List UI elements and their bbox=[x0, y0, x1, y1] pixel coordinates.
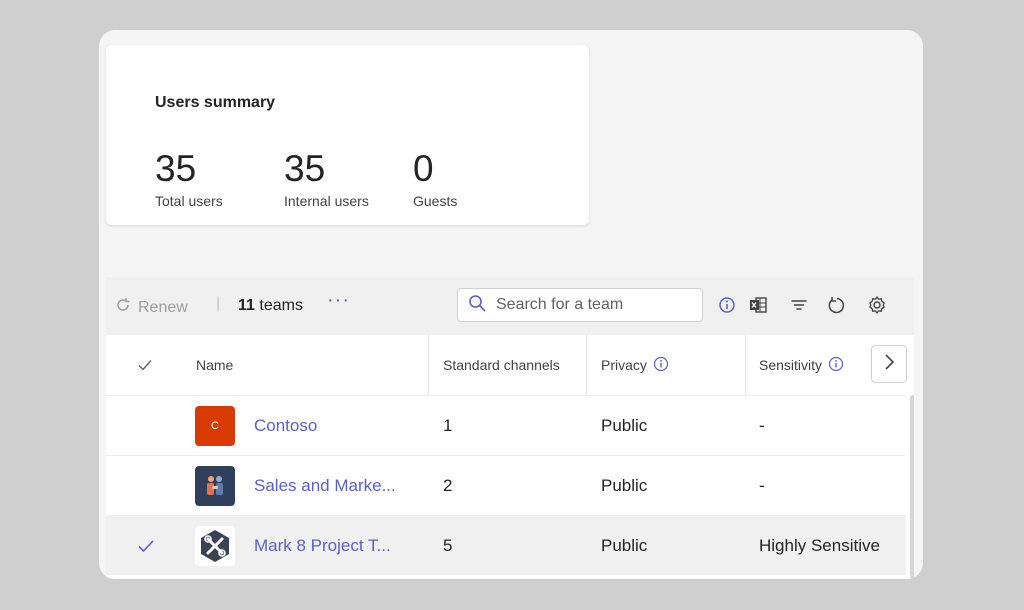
vertical-scrollbar[interactable] bbox=[910, 395, 914, 579]
column-header-channels[interactable]: Standard channels bbox=[443, 335, 561, 395]
tools-icon bbox=[201, 530, 229, 562]
sensitivity-value: Highly Sensitive bbox=[759, 536, 880, 555]
team-name-link[interactable]: Sales and Marke... bbox=[254, 456, 396, 516]
column-divider bbox=[745, 335, 746, 395]
privacy-value: Public bbox=[601, 416, 648, 435]
column-header-privacy[interactable]: Privacy bbox=[601, 335, 669, 395]
privacy-value: Public bbox=[601, 476, 648, 495]
stat-value: 35 bbox=[284, 148, 326, 189]
chevron-right-icon bbox=[882, 353, 896, 376]
row-selected-check-icon[interactable] bbox=[136, 516, 156, 576]
privacy-value: Public bbox=[601, 536, 648, 555]
stat-value: 35 bbox=[155, 148, 197, 189]
toolbar-divider: | bbox=[216, 295, 221, 312]
table-row[interactable]: C Contoso 1 Public - bbox=[106, 395, 906, 455]
teams-table: Name Standard channels Privacy Sensitivi… bbox=[106, 335, 914, 579]
select-all-checkbox[interactable] bbox=[136, 335, 154, 395]
column-header-name[interactable]: Name bbox=[196, 335, 233, 395]
team-avatar-letter: C bbox=[211, 420, 219, 432]
info-icon[interactable] bbox=[828, 356, 844, 375]
sensitivity-value: - bbox=[759, 476, 765, 495]
stat-value: 0 bbox=[413, 148, 434, 189]
channels-count: 5 bbox=[443, 536, 453, 555]
renew-label: Renew bbox=[138, 298, 188, 316]
more-options-button[interactable]: ··· bbox=[327, 289, 350, 312]
scroll-columns-right-button[interactable] bbox=[871, 345, 907, 383]
total-users-stat: 35 Total users bbox=[155, 147, 223, 209]
users-summary-card: Users summary 35 Total users 35 Internal… bbox=[106, 45, 589, 225]
channels-count: 2 bbox=[443, 476, 453, 495]
internal-users-stat: 35 Internal users bbox=[284, 147, 369, 209]
refresh-icon[interactable] bbox=[825, 294, 847, 316]
handshake-icon bbox=[207, 476, 223, 495]
settings-icon[interactable] bbox=[866, 294, 888, 316]
team-name-link[interactable]: Contoso bbox=[254, 396, 317, 456]
info-icon[interactable] bbox=[716, 294, 738, 316]
stat-label: Total users bbox=[155, 193, 223, 209]
teams-toolbar: Renew | 11 teams ··· bbox=[106, 277, 914, 335]
table-row[interactable]: Sales and Marke... 2 Public - bbox=[106, 455, 906, 515]
search-box[interactable] bbox=[457, 288, 703, 322]
sensitivity-value: - bbox=[759, 416, 765, 435]
teams-count-suffix: teams bbox=[254, 297, 303, 314]
search-input[interactable] bbox=[494, 295, 688, 315]
team-avatar bbox=[195, 466, 235, 506]
teams-count: 11 teams bbox=[238, 297, 303, 315]
privacy-header-label: Privacy bbox=[601, 357, 647, 373]
search-icon bbox=[458, 294, 486, 317]
filter-icon[interactable] bbox=[788, 294, 810, 316]
column-divider bbox=[586, 335, 587, 395]
teams-count-number: 11 bbox=[238, 297, 255, 314]
team-avatar bbox=[195, 526, 235, 566]
stat-label: Guests bbox=[413, 193, 458, 209]
guests-stat: 0 Guests bbox=[413, 147, 457, 209]
column-header-sensitivity[interactable]: Sensitivity bbox=[759, 335, 844, 395]
teams-admin-window: Users summary 35 Total users 35 Internal… bbox=[99, 30, 923, 579]
stat-label: Internal users bbox=[284, 193, 369, 209]
renew-button[interactable]: Renew bbox=[114, 296, 188, 319]
channels-count: 1 bbox=[443, 416, 453, 435]
team-avatar: C bbox=[195, 406, 235, 446]
excel-icon[interactable] bbox=[747, 294, 769, 316]
table-header: Name Standard channels Privacy Sensitivi… bbox=[106, 335, 914, 395]
renew-icon bbox=[114, 296, 132, 319]
table-row[interactable]: Mark 8 Project T... 5 Public Highly Sens… bbox=[106, 515, 906, 575]
card-title: Users summary bbox=[155, 94, 276, 111]
sensitivity-header-label: Sensitivity bbox=[759, 357, 823, 373]
team-name-link[interactable]: Mark 8 Project T... bbox=[254, 516, 391, 576]
column-divider bbox=[428, 335, 429, 395]
info-icon[interactable] bbox=[653, 356, 669, 375]
